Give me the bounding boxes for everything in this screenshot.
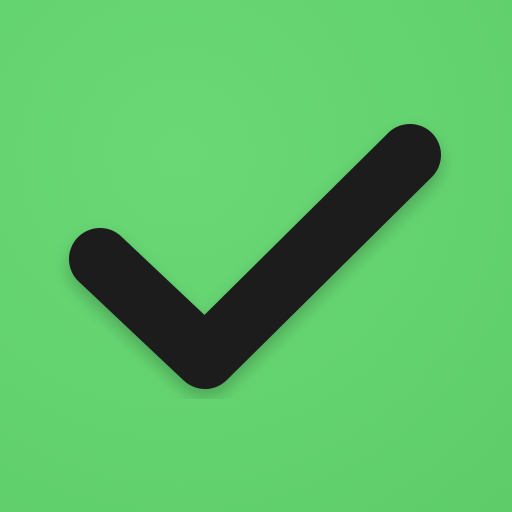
- app-icon: [0, 0, 512, 512]
- checkmark-icon: [69, 124, 441, 389]
- checkmark-stroke: [69, 124, 441, 389]
